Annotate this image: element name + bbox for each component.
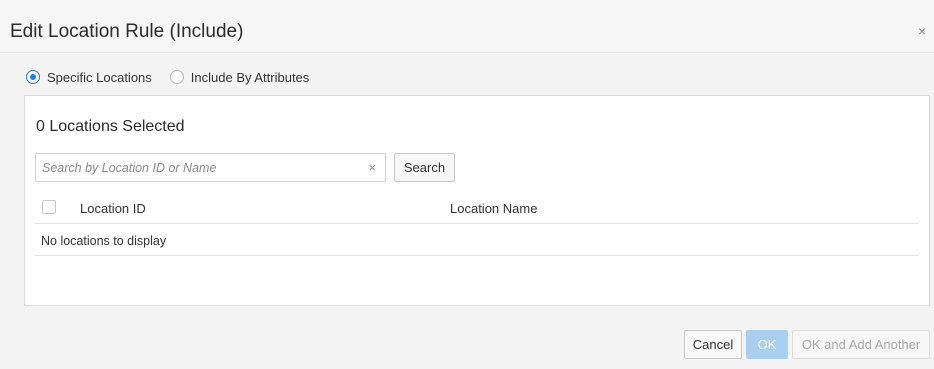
locations-panel: 0 Locations Selected × Search Location I… <box>24 95 930 306</box>
dialog-header: Edit Location Rule (Include) × <box>0 0 934 53</box>
locations-table-header: Location ID Location Name <box>35 194 919 224</box>
close-icon[interactable]: × <box>918 24 926 38</box>
dialog-title: Edit Location Rule (Include) <box>10 21 244 42</box>
location-search-input[interactable] <box>36 154 356 181</box>
specific-locations-radio[interactable] <box>26 70 40 84</box>
include-by-attributes-label[interactable]: Include By Attributes <box>191 70 310 85</box>
select-all-checkbox[interactable] <box>42 200 56 214</box>
column-header-location-id[interactable]: Location ID <box>80 201 146 216</box>
locations-table-empty-row: No locations to display <box>35 225 919 256</box>
ok-button[interactable]: OK <box>746 330 788 359</box>
locations-selected-count: 0 Locations Selected <box>36 118 185 135</box>
specific-locations-label[interactable]: Specific Locations <box>47 70 152 85</box>
empty-table-message: No locations to display <box>41 234 167 248</box>
cancel-button[interactable]: Cancel <box>684 330 742 359</box>
location-search-box: × <box>35 153 386 182</box>
clear-search-icon[interactable]: × <box>368 161 376 174</box>
search-button[interactable]: Search <box>394 153 455 182</box>
column-header-location-name[interactable]: Location Name <box>450 201 537 216</box>
ok-and-add-another-button[interactable]: OK and Add Another <box>792 330 930 359</box>
rule-mode-radio-group: Specific Locations Include By Attributes <box>26 68 327 86</box>
edit-location-rule-dialog: Edit Location Rule (Include) × Specific … <box>0 0 934 369</box>
include-by-attributes-radio[interactable] <box>169 70 184 84</box>
